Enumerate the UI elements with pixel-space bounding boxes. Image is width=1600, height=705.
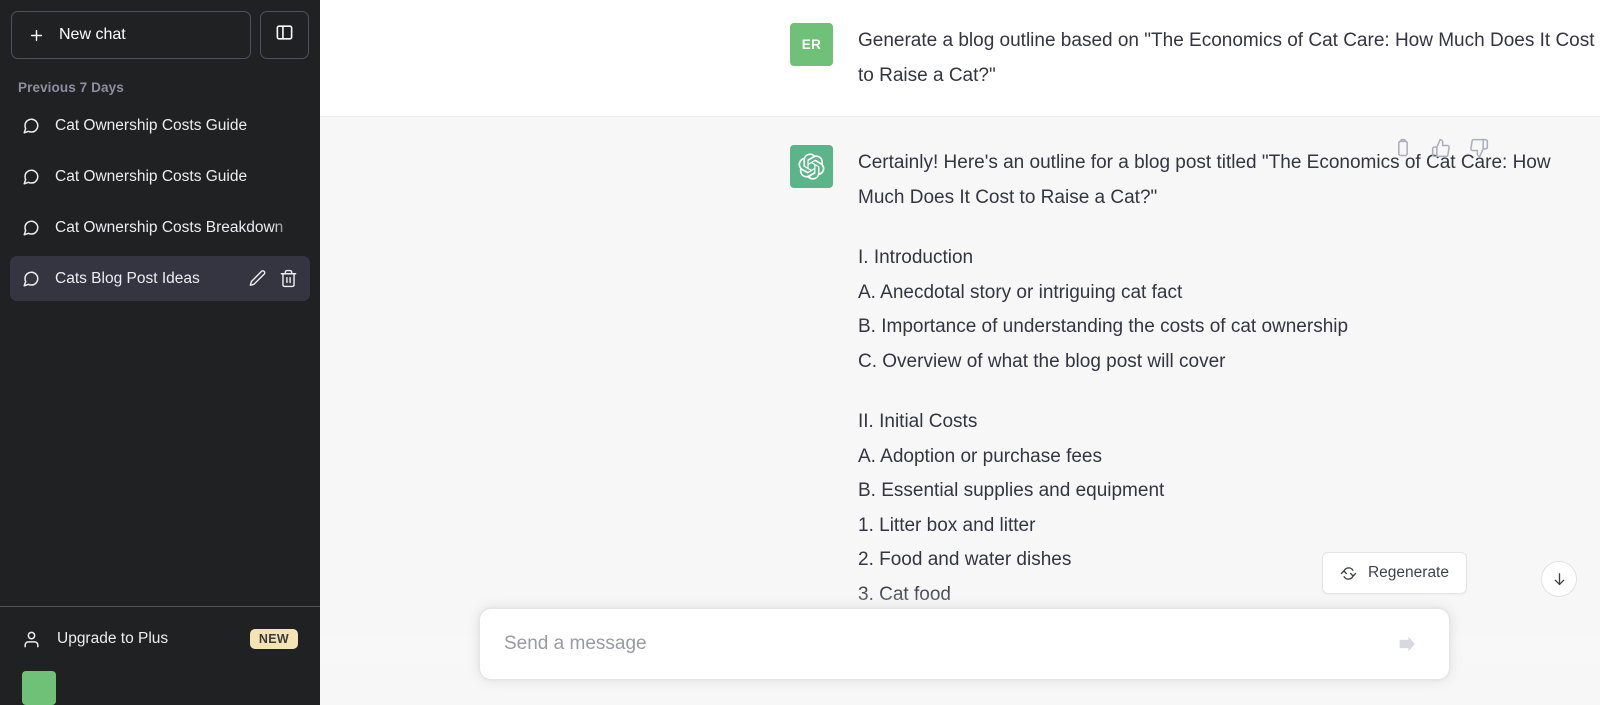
- chat-list-item-title: Cat Ownership Costs Guide: [55, 116, 248, 134]
- chat-bubble-icon: [22, 219, 40, 237]
- outline-line: B. Importance of understanding the costs…: [858, 316, 1349, 337]
- send-button[interactable]: [1391, 628, 1423, 660]
- scroll-to-bottom-button[interactable]: [1541, 561, 1577, 597]
- message-action-bar: [1392, 137, 1490, 159]
- avatar: ER: [790, 23, 833, 66]
- regenerate-button[interactable]: Regenerate: [1321, 552, 1467, 594]
- sidebar-header: New chat: [0, 0, 320, 59]
- avatar: [790, 145, 833, 188]
- outline-line: C. Overview of what the blog post will c…: [858, 350, 1226, 372]
- outline-line: B. Essential supplies and equipment: [858, 480, 1165, 501]
- upgrade-label: Upgrade to Plus: [57, 630, 169, 647]
- regenerate-label: Regenerate: [1367, 564, 1449, 581]
- send-arrow-icon: [1396, 633, 1418, 655]
- thumbs-down-icon[interactable]: [1468, 137, 1490, 159]
- outline-line: I. Introduction: [858, 247, 974, 268]
- outline-line: II. Initial Costs: [858, 411, 978, 432]
- chatgpt-app: New chat Previous 7 Days Cat Ownership C…: [0, 0, 1600, 705]
- upgrade-to-plus-button[interactable]: Upgrade to Plus NEW: [10, 615, 310, 663]
- chat-list-item[interactable]: Cat Ownership Costs Breakdown: [10, 205, 310, 250]
- chat-list-item[interactable]: Cat Ownership Costs Guide: [10, 103, 310, 148]
- sidebar-footer: Upgrade to Plus NEW: [0, 606, 320, 705]
- outline-line: 2. Food and water dishes: [858, 549, 1072, 570]
- pencil-icon[interactable]: [248, 269, 267, 288]
- sidebar-panel-icon: [275, 23, 294, 47]
- outline-line: A. Anecdotal story or intriguing cat fac…: [858, 281, 1183, 303]
- user-message: ER Generate a blog outline based on "The…: [320, 0, 1600, 117]
- thumbs-up-icon[interactable]: [1430, 137, 1452, 159]
- person-icon: [22, 630, 41, 649]
- chat-bubble-icon: [22, 168, 40, 186]
- chat-history-list: Cat Ownership Costs Guide Cat Ownership …: [0, 103, 320, 301]
- new-badge: NEW: [249, 629, 298, 649]
- chat-list-item-title: Cats Blog Post Ideas: [55, 269, 200, 287]
- sidebar: New chat Previous 7 Days Cat Ownership C…: [0, 0, 320, 705]
- chat-list-item-active[interactable]: Cats Blog Post Ideas: [10, 256, 310, 301]
- chat-list-item-title: Cat Ownership Costs Guide: [55, 167, 248, 185]
- chat-bubble-icon: [22, 117, 40, 135]
- user-message-text: Generate a blog outline based on "The Ec…: [858, 30, 1595, 86]
- message-input[interactable]: [504, 633, 1391, 655]
- refresh-icon: [1340, 565, 1357, 582]
- chat-bubble-icon: [22, 270, 40, 288]
- new-chat-button[interactable]: New chat: [11, 11, 251, 59]
- outline-line: A. Adoption or purchase fees: [858, 445, 1102, 467]
- avatar-initials: ER: [801, 37, 822, 52]
- trash-icon[interactable]: [279, 269, 298, 288]
- sidebar-toggle-button[interactable]: [260, 11, 309, 59]
- profile-avatar: [22, 671, 56, 705]
- copy-icon[interactable]: [1392, 137, 1414, 159]
- arrow-down-icon: [1551, 571, 1568, 588]
- outline-line: 1. Litter box and litter: [858, 514, 1036, 536]
- main-panel: ER Generate a blog outline based on "The…: [320, 0, 1600, 705]
- conversation-thread[interactable]: ER Generate a blog outline based on "The…: [320, 0, 1600, 705]
- message-composer[interactable]: [479, 608, 1450, 680]
- openai-logo-icon: [798, 153, 825, 180]
- chat-list-item[interactable]: Cat Ownership Costs Guide: [10, 154, 310, 199]
- sidebar-section-label: Previous 7 Days: [18, 80, 124, 95]
- profile-row[interactable]: [10, 663, 310, 705]
- chat-item-actions: [242, 269, 298, 288]
- new-chat-label: New chat: [59, 26, 126, 43]
- outline-line: 3. Cat food: [858, 583, 951, 605]
- chat-list-item-title: Cat Ownership Costs Breakdown: [55, 218, 284, 236]
- assistant-message-body: Certainly! Here's an outline for a blog …: [858, 145, 1600, 612]
- plus-icon: [28, 27, 45, 44]
